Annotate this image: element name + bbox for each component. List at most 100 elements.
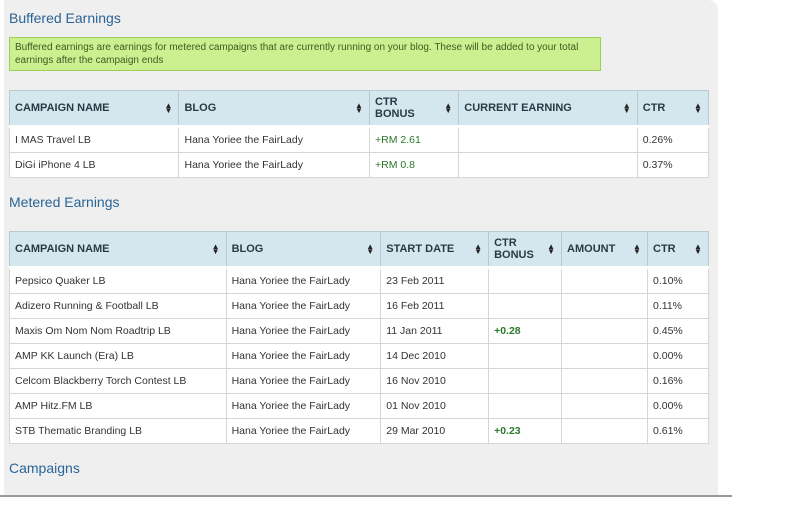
- cell-start-date: 29 Mar 2010: [380, 418, 490, 444]
- cell-blog: Hana Yoriee the FairLady: [178, 126, 371, 153]
- sort-arrows-icon[interactable]: ▲ ▼: [623, 102, 631, 115]
- table-row: AMP Hitz.FM LB Hana Yoriee the FairLady …: [9, 393, 709, 419]
- cell-campaign: STB Thematic Branding LB: [9, 418, 227, 444]
- redacted-value: [567, 349, 596, 363]
- column-header-campaign-name[interactable]: CAMPAIGN NAME ▲ ▼: [9, 231, 227, 269]
- sort-arrows-icon[interactable]: ▲ ▼: [444, 102, 452, 115]
- cell-campaign: Pepsico Quaker LB: [9, 267, 227, 294]
- cell-ctr-bonus: +RM 0.8: [369, 152, 460, 178]
- cell-ctr: 0.16%: [647, 368, 709, 394]
- cell-amount: [561, 318, 648, 344]
- column-header-ctr[interactable]: CTR ▲ ▼: [636, 90, 710, 128]
- metered-earnings-title: Metered Earnings: [9, 194, 120, 210]
- cell-ctr-bonus: +0.28: [488, 318, 563, 344]
- column-header-blog[interactable]: BLOG ▲ ▼: [225, 231, 382, 269]
- column-header-campaign-name[interactable]: CAMPAIGN NAME ▲ ▼: [8, 90, 180, 128]
- cell-ctr-bonus: [488, 343, 563, 369]
- cell-ctr: 0.61%: [647, 418, 709, 444]
- cell-ctr: 0.10%: [647, 267, 709, 294]
- column-header-start-date[interactable]: START DATE ▲ ▼: [380, 231, 490, 269]
- metered-header-row: CAMPAIGN NAME ▲ ▼ BLOG ▲ ▼ START DATE ▲ ▼ CTR …: [9, 231, 709, 269]
- cell-campaign: AMP KK Launch (Era) LB: [9, 343, 227, 369]
- table-row: DiGi iPhone 4 LB Hana Yoriee the FairLad…: [8, 152, 710, 178]
- sort-arrows-icon[interactable]: ▲ ▼: [355, 102, 363, 115]
- cell-ctr-bonus: +RM 2.61: [369, 126, 460, 153]
- cell-blog: Hana Yoriee the FairLady: [225, 343, 382, 369]
- buffered-notice: Buffered earnings are earnings for meter…: [9, 37, 601, 71]
- redacted-value: [567, 374, 596, 388]
- cell-campaign: Maxis Om Nom Nom Roadtrip LB: [9, 318, 227, 344]
- cell-ctr-bonus: +0.23: [488, 418, 563, 444]
- cell-ctr: 0.45%: [647, 318, 709, 344]
- cell-ctr-bonus: [488, 393, 563, 419]
- buffered-earnings-table: CAMPAIGN NAME ▲ ▼ BLOG ▲ ▼ CTR BONUS ▲ ▼ CURRE…: [8, 90, 710, 178]
- metered-earnings-table: CAMPAIGN NAME ▲ ▼ BLOG ▲ ▼ START DATE ▲ ▼ CTR …: [9, 231, 709, 444]
- cell-ctr-bonus: [488, 293, 563, 319]
- divider: [0, 495, 732, 497]
- cell-ctr-bonus: [488, 267, 563, 294]
- column-header-amount[interactable]: AMOUNT ▲ ▼: [561, 231, 648, 269]
- sort-arrows-icon[interactable]: ▲ ▼: [474, 243, 482, 256]
- redacted-value: [464, 158, 511, 172]
- redacted-value: [567, 399, 596, 413]
- redacted-value: [567, 424, 596, 438]
- column-header-ctr-bonus[interactable]: CTR BONUS ▲ ▼: [369, 90, 460, 128]
- campaigns-title: Campaigns: [9, 460, 80, 476]
- cell-blog: Hana Yoriee the FairLady: [225, 393, 382, 419]
- cell-campaign: AMP Hitz.FM LB: [9, 393, 227, 419]
- column-header-ctr-bonus[interactable]: CTR BONUS ▲ ▼: [488, 231, 563, 269]
- cell-amount: [561, 343, 648, 369]
- buffered-earnings-title: Buffered Earnings: [9, 10, 121, 26]
- sort-arrows-icon[interactable]: ▲ ▼: [694, 102, 702, 115]
- table-row: Maxis Om Nom Nom Roadtrip LB Hana Yoriee…: [9, 318, 709, 344]
- cell-start-date: 11 Jan 2011: [380, 318, 490, 344]
- cell-start-date: 01 Nov 2010: [380, 393, 490, 419]
- table-row: I MAS Travel LB Hana Yoriee the FairLady…: [8, 126, 710, 153]
- column-header-current-earning[interactable]: CURRENT EARNING ▲ ▼: [458, 90, 638, 128]
- table-row: AMP KK Launch (Era) LB Hana Yoriee the F…: [9, 343, 709, 369]
- cell-blog: Hana Yoriee the FairLady: [225, 293, 382, 319]
- redacted-value: [567, 274, 596, 288]
- cell-ctr: 0.11%: [647, 293, 709, 319]
- cell-start-date: 16 Feb 2011: [380, 293, 490, 319]
- column-header-blog[interactable]: BLOG ▲ ▼: [178, 90, 371, 128]
- cell-blog: Hana Yoriee the FairLady: [225, 267, 382, 294]
- cell-current-earning: [458, 152, 638, 178]
- sort-arrows-icon[interactable]: ▲ ▼: [547, 243, 555, 256]
- cell-ctr: 0.00%: [647, 343, 709, 369]
- cell-ctr: 0.00%: [647, 393, 709, 419]
- cell-blog: Hana Yoriee the FairLady: [225, 318, 382, 344]
- cell-amount: [561, 368, 648, 394]
- cell-campaign: Celcom Blackberry Torch Contest LB: [9, 368, 227, 394]
- redacted-value: [464, 133, 517, 147]
- cell-campaign: Adizero Running & Football LB: [9, 293, 227, 319]
- table-row: Adizero Running & Football LB Hana Yorie…: [9, 293, 709, 319]
- sort-arrows-icon[interactable]: ▲ ▼: [366, 243, 374, 256]
- redacted-value: [567, 324, 596, 338]
- redacted-value: [567, 299, 596, 313]
- buffered-header-row: CAMPAIGN NAME ▲ ▼ BLOG ▲ ▼ CTR BONUS ▲ ▼ CURRE…: [8, 90, 710, 128]
- cell-amount: [561, 293, 648, 319]
- sort-arrows-icon[interactable]: ▲ ▼: [164, 102, 173, 115]
- cell-blog: Hana Yoriee the FairLady: [178, 152, 371, 178]
- table-row: STB Thematic Branding LB Hana Yoriee the…: [9, 418, 709, 444]
- cell-start-date: 23 Feb 2011: [380, 267, 490, 294]
- sort-arrows-icon[interactable]: ▲ ▼: [694, 243, 702, 256]
- cell-ctr: 0.37%: [636, 152, 710, 178]
- cell-start-date: 14 Dec 2010: [380, 343, 490, 369]
- cell-ctr: 0.26%: [636, 126, 710, 153]
- cell-amount: [561, 267, 648, 294]
- cell-blog: Hana Yoriee the FairLady: [225, 418, 382, 444]
- sort-arrows-icon[interactable]: ▲ ▼: [633, 243, 641, 256]
- column-header-ctr[interactable]: CTR ▲ ▼: [647, 231, 709, 269]
- cell-amount: [561, 418, 648, 444]
- table-row: Pepsico Quaker LB Hana Yoriee the FairLa…: [9, 267, 709, 294]
- cell-campaign: DiGi iPhone 4 LB: [8, 152, 180, 178]
- cell-campaign: I MAS Travel LB: [8, 126, 180, 153]
- cell-start-date: 16 Nov 2010: [380, 368, 490, 394]
- cell-ctr-bonus: [488, 368, 563, 394]
- cell-amount: [561, 393, 648, 419]
- cell-blog: Hana Yoriee the FairLady: [225, 368, 382, 394]
- table-row: Celcom Blackberry Torch Contest LB Hana …: [9, 368, 709, 394]
- sort-arrows-icon[interactable]: ▲ ▼: [212, 243, 220, 256]
